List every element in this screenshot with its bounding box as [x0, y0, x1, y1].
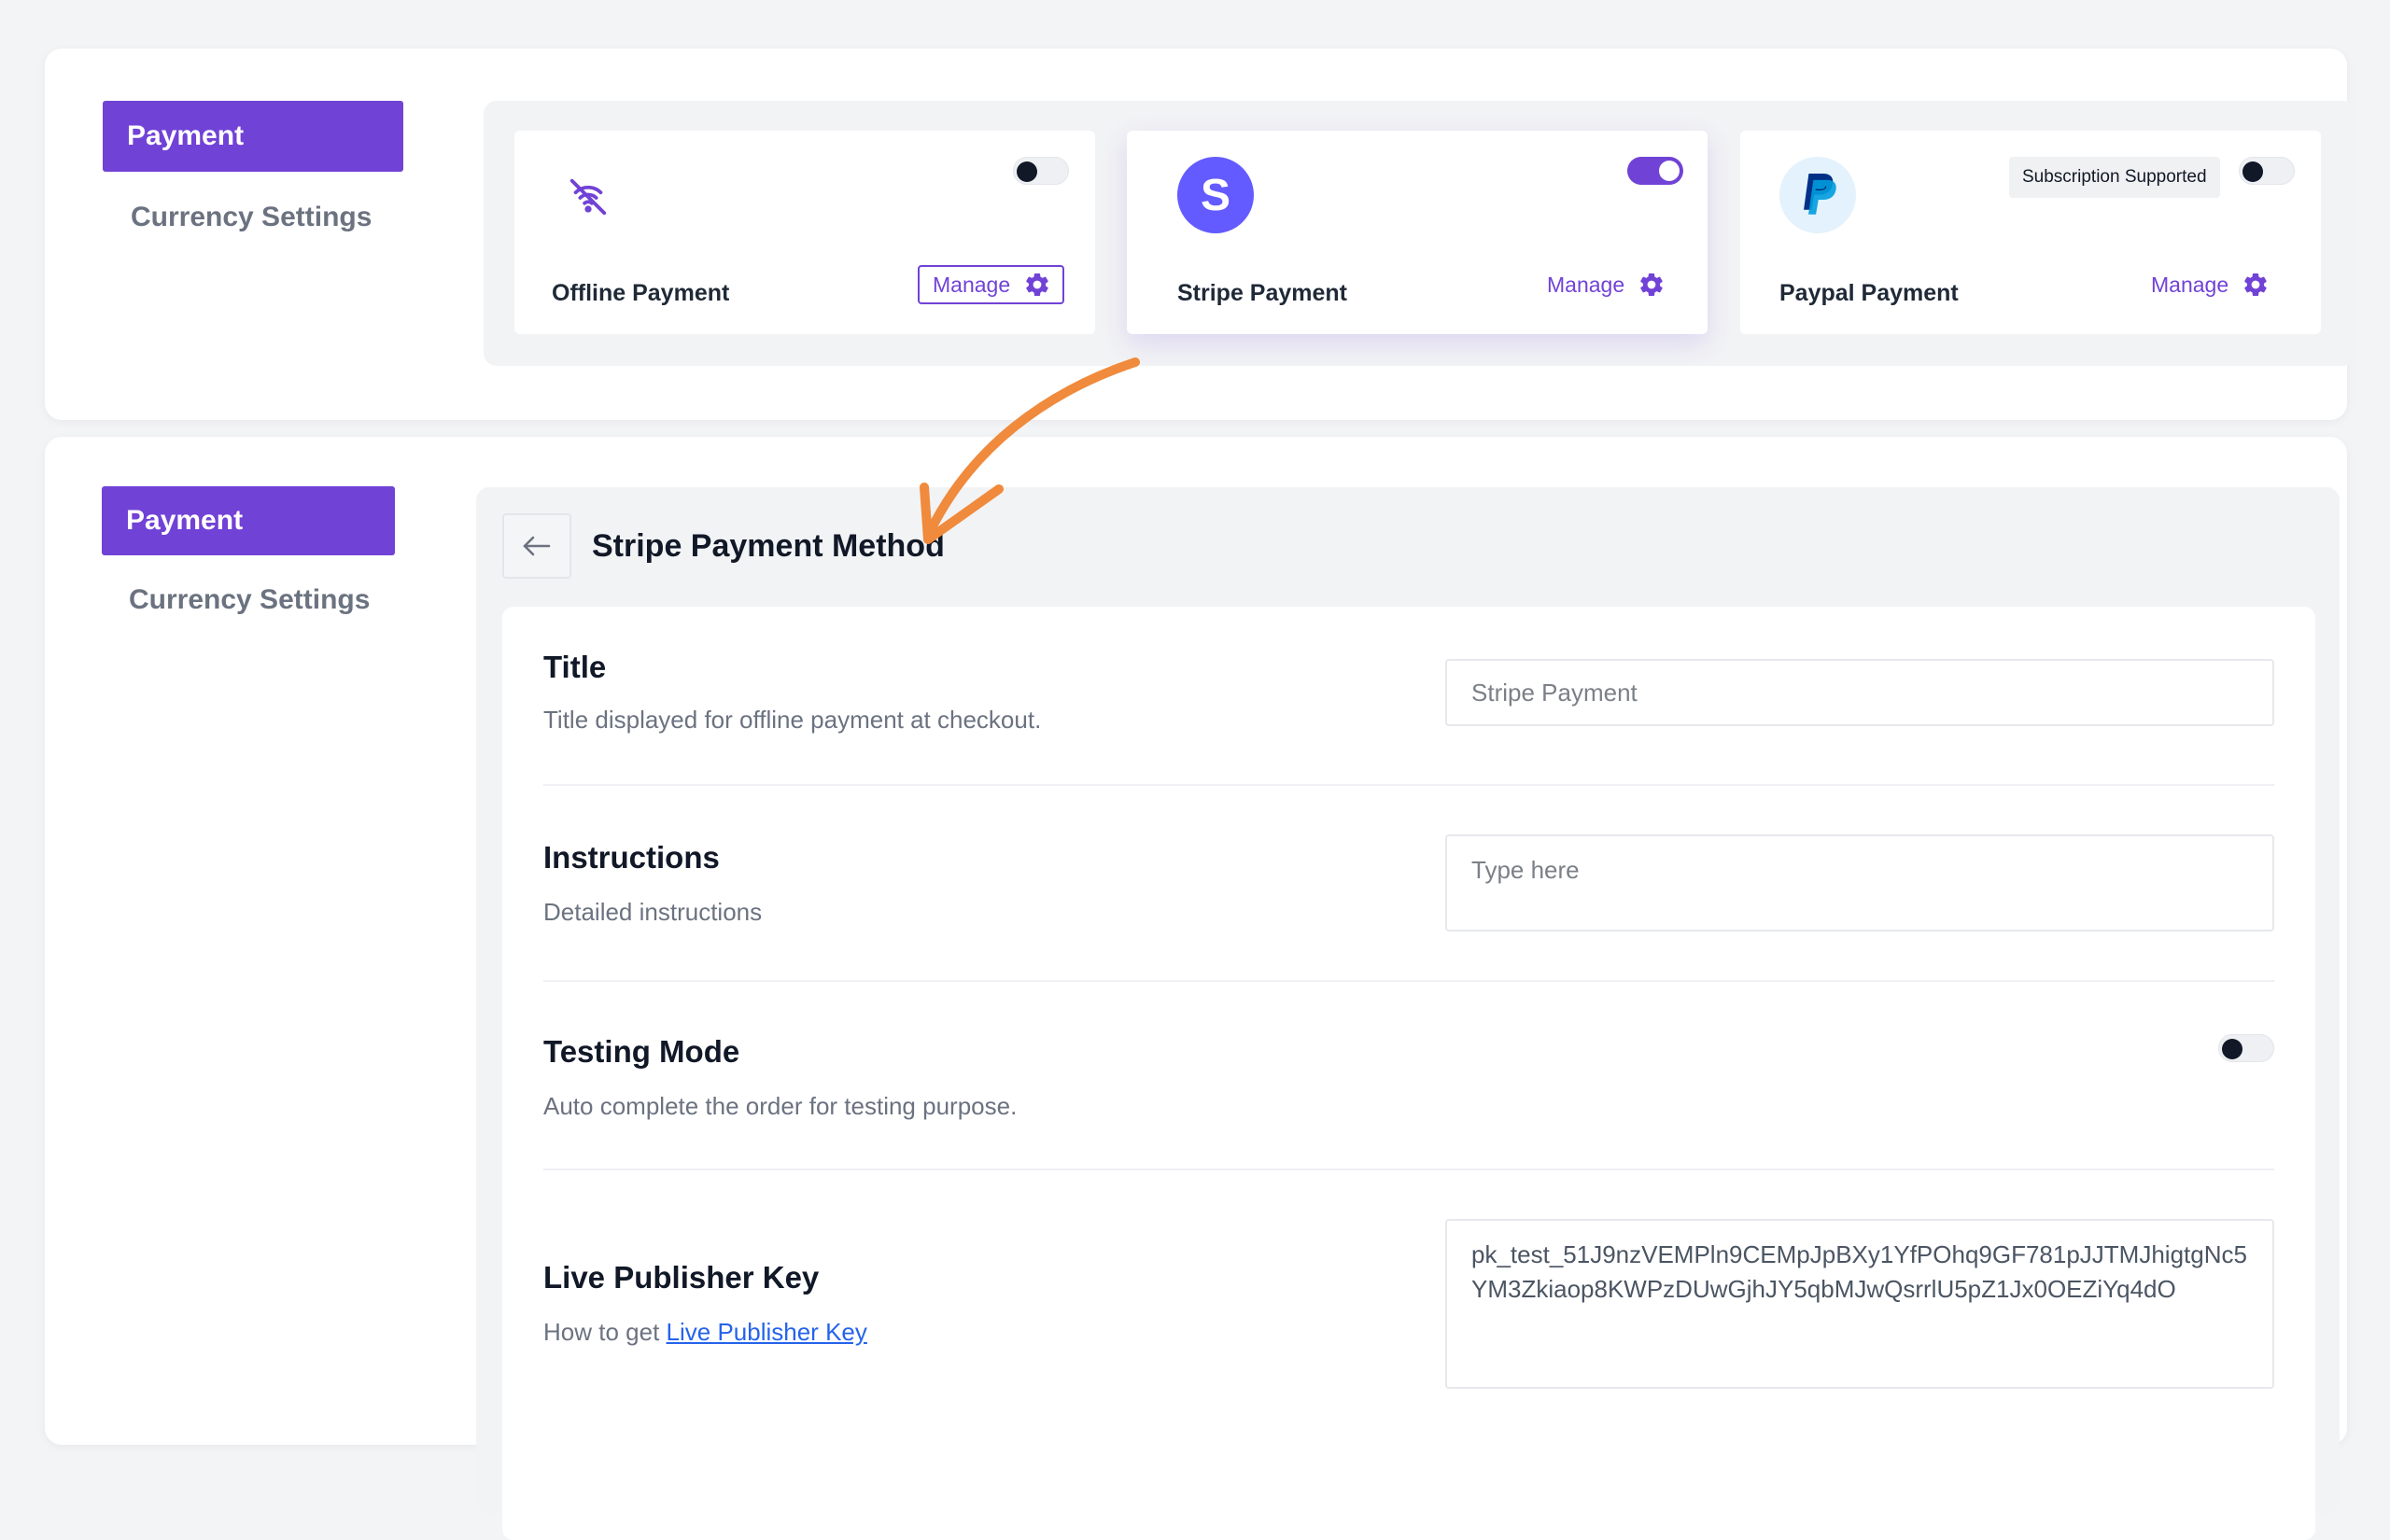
gateway-name-offline: Offline Payment — [552, 280, 730, 306]
gear-icon — [1026, 273, 1048, 297]
live-publisher-key-label: Live Publisher Key — [543, 1260, 820, 1295]
testing-mode-label: Testing Mode — [543, 1034, 740, 1069]
gateway-card-paypal: Subscription Supported Paypal Payment Ma… — [1740, 131, 2321, 334]
instructions-textarea[interactable] — [1445, 834, 2274, 931]
divider — [543, 784, 2274, 786]
wifi-off-icon — [569, 178, 607, 216]
live-publisher-key-description: How to get Live Publisher Key — [543, 1318, 867, 1347]
instructions-description: Detailed instructions — [543, 898, 763, 926]
gateway-card-offline: Offline Payment Manage — [514, 131, 1095, 334]
gateway-cards: Offline Payment Manage S Stripe Payment … — [484, 101, 2356, 366]
nav-tab-currency-settings[interactable]: Currency Settings — [131, 202, 372, 233]
offline-manage-button[interactable]: Manage — [918, 265, 1065, 304]
paypal-logo-icon — [1779, 157, 1856, 233]
stripe-manage-button[interactable]: Manage — [1547, 265, 1666, 304]
stripe-logo-letter: S — [1200, 170, 1230, 220]
testing-mode-description: Auto complete the order for testing purp… — [543, 1092, 1018, 1120]
divider — [543, 980, 2274, 982]
nav-tab-payment[interactable]: Payment — [103, 101, 403, 172]
testing-mode-toggle[interactable] — [2218, 1034, 2274, 1062]
paypal-manage-button[interactable]: Manage — [2151, 265, 2270, 304]
nav-tab-currency-settings[interactable]: Currency Settings — [129, 584, 370, 616]
offline-enable-toggle[interactable] — [1013, 157, 1069, 185]
payment-gateways-panel: Payment Currency Settings Offline Paymen… — [45, 49, 2356, 420]
stripe-settings-panel: Payment Currency Settings Stripe Payment… — [45, 437, 2347, 1540]
gear-icon — [1640, 273, 1663, 297]
nav-tab-payment[interactable]: Payment — [102, 486, 395, 555]
gateway-card-stripe: S Stripe Payment Manage — [1127, 131, 1708, 334]
manage-label: Manage — [2151, 272, 2229, 297]
subscription-supported-badge: Subscription Supported — [2009, 157, 2220, 198]
arrow-left-icon — [523, 536, 551, 556]
live-publisher-key-link[interactable]: Live Publisher Key — [667, 1318, 867, 1346]
manage-label: Manage — [1547, 272, 1625, 297]
stripe-settings-content: Stripe Payment Method Title Title displa… — [476, 487, 2340, 1540]
gear-icon — [2244, 273, 2267, 297]
title-description: Title displayed for offline payment at c… — [543, 706, 1042, 734]
gateway-name-stripe: Stripe Payment — [1177, 280, 1348, 306]
page-title: Stripe Payment Method — [592, 528, 945, 564]
settings-form: Title Title displayed for offline paymen… — [502, 607, 2315, 1540]
title-input[interactable] — [1445, 659, 2274, 726]
stripe-logo-icon: S — [1177, 157, 1254, 233]
manage-label: Manage — [933, 272, 1011, 297]
divider — [543, 1169, 2274, 1170]
how-to-get-text: How to get — [543, 1318, 660, 1346]
live-publisher-key-input[interactable]: pk_test_51J9nzVEMPln9CEMpJpBXy1YfPOhq9GF… — [1445, 1219, 2274, 1389]
gateway-name-paypal: Paypal Payment — [1779, 280, 1959, 306]
paypal-enable-toggle[interactable] — [2239, 157, 2295, 185]
instructions-label: Instructions — [543, 840, 720, 875]
title-label: Title — [543, 650, 607, 684]
stripe-enable-toggle[interactable] — [1627, 157, 1683, 185]
back-button[interactable] — [502, 513, 571, 579]
